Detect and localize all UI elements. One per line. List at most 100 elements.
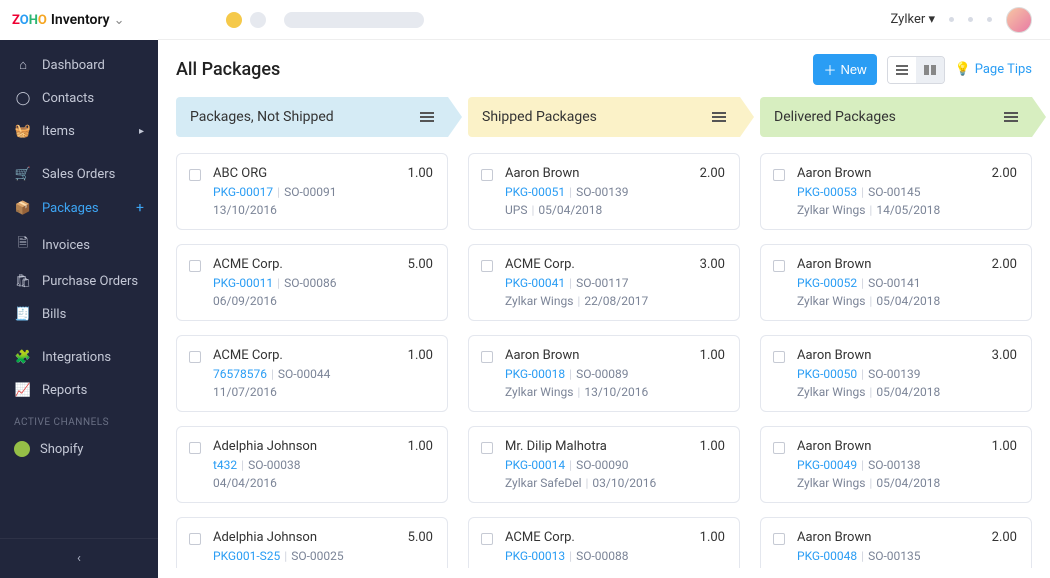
user-icon: ◯ — [14, 91, 32, 106]
checkbox[interactable] — [481, 260, 493, 272]
package-link[interactable]: PKG-00053 — [797, 185, 857, 199]
card-meta: 06/09/2016 — [213, 294, 400, 308]
checkbox[interactable] — [189, 260, 201, 272]
checkbox[interactable] — [189, 533, 201, 545]
customer-name: ACME Corp. — [213, 348, 400, 363]
checkbox[interactable] — [189, 442, 201, 454]
quantity: 1.00 — [408, 439, 433, 454]
sidebar-item-integrations[interactable]: 🧩 Integrations — [0, 341, 158, 374]
package-card[interactable]: Aaron Brown PKG-00052|SO-00141 Zylkar Wi… — [760, 244, 1032, 321]
quantity: 5.00 — [408, 530, 433, 545]
package-card[interactable]: Mr. Dilip Malhotra PKG-00014|SO-00090 Zy… — [468, 426, 740, 503]
package-card[interactable]: Aaron Brown PKG-00049|SO-00138 Zylkar Wi… — [760, 426, 1032, 503]
card-meta: Zylkar Wings|05/04/2018 — [797, 385, 984, 399]
package-link[interactable]: PKG-00052 — [797, 276, 857, 290]
package-card[interactable]: ACME Corp. PKG-00011|SO-00086 06/09/2016… — [176, 244, 448, 321]
box-icon: 📦 — [14, 201, 32, 216]
package-link[interactable]: PKG-00017 — [213, 185, 273, 199]
sidebar-item-label: Shopify — [40, 442, 83, 457]
package-link[interactable]: 76578576 — [213, 367, 267, 381]
checkbox[interactable] — [773, 442, 785, 454]
column-menu-button[interactable] — [420, 112, 434, 122]
package-card[interactable]: Adelphia Johnson PKG001-S25|SO-00025 5.0… — [176, 517, 448, 568]
sales-order-number: SO-00038 — [248, 458, 300, 472]
sidebar-item-contacts[interactable]: ◯ Contacts — [0, 82, 158, 115]
quantity: 3.00 — [992, 348, 1017, 363]
column-menu-button[interactable] — [712, 112, 726, 122]
collapse-sidebar-button[interactable]: ‹ — [0, 538, 158, 578]
new-button[interactable]: ＋ New — [813, 54, 876, 85]
package-card[interactable]: Aaron Brown PKG-00048|SO-00135 2.00 — [760, 517, 1032, 568]
page-title: All Packages — [176, 59, 280, 80]
package-link[interactable]: t432 — [213, 458, 237, 472]
package-link[interactable]: PKG001-S25 — [213, 549, 280, 563]
sidebar-item-shopify[interactable]: Shopify — [0, 432, 158, 466]
sales-order-number: SO-00089 — [576, 367, 628, 381]
package-card[interactable]: ACME Corp. PKG-00041|SO-00117 Zylkar Win… — [468, 244, 740, 321]
checkbox[interactable] — [481, 533, 493, 545]
board-icon — [924, 65, 936, 75]
chevron-down-icon[interactable]: ⌄ — [114, 13, 125, 28]
view-toggle — [887, 56, 945, 84]
sidebar-item-items[interactable]: 🧺 Items ▸ — [0, 115, 158, 148]
package-link[interactable]: PKG-00048 — [797, 549, 857, 563]
customer-name: Aaron Brown — [797, 439, 984, 454]
list-view-button[interactable] — [888, 57, 916, 83]
package-card[interactable]: ACME Corp. 76578576|SO-00044 11/07/2016 … — [176, 335, 448, 412]
sales-order-number: SO-00091 — [284, 185, 336, 199]
sidebar-item-purchase-orders[interactable]: 🛍 Purchase Orders — [0, 265, 158, 298]
column-menu-button[interactable] — [1004, 112, 1018, 122]
checkbox[interactable] — [773, 351, 785, 363]
package-link[interactable]: PKG-00051 — [505, 185, 565, 199]
list-icon — [896, 65, 908, 75]
package-card[interactable]: Adelphia Johnson t432|SO-00038 04/04/201… — [176, 426, 448, 503]
board-view-button[interactable] — [916, 57, 944, 83]
kanban-column: Delivered Packages Aaron Brown PKG-00053… — [760, 97, 1032, 568]
card-meta: 04/04/2016 — [213, 476, 400, 490]
sidebar-item-sales-orders[interactable]: 🛒 Sales Orders — [0, 158, 158, 191]
checkbox[interactable] — [773, 533, 785, 545]
checkbox[interactable] — [773, 260, 785, 272]
checkbox[interactable] — [189, 351, 201, 363]
avatar[interactable] — [1006, 7, 1032, 33]
package-card[interactable]: Aaron Brown PKG-00050|SO-00139 Zylkar Wi… — [760, 335, 1032, 412]
sidebar-item-packages[interactable]: 📦 Packages + — [0, 191, 158, 225]
package-card[interactable]: Aaron Brown PKG-00051|SO-00139 UPS|05/04… — [468, 153, 740, 230]
package-link[interactable]: PKG-00049 — [797, 458, 857, 472]
package-card[interactable]: ABC ORG PKG-00017|SO-00091 13/10/2016 1.… — [176, 153, 448, 230]
sidebar-item-reports[interactable]: 📈 Reports — [0, 374, 158, 407]
sidebar-item-bills[interactable]: 🧾 Bills — [0, 298, 158, 331]
checkbox[interactable] — [189, 169, 201, 181]
quantity: 1.00 — [700, 530, 725, 545]
sidebar-item-dashboard[interactable]: ⌂ Dashboard — [0, 48, 158, 82]
column-title: Packages, Not Shipped — [190, 109, 334, 125]
package-link[interactable]: PKG-00018 — [505, 367, 565, 381]
card-meta: Zylkar SafeDel|03/10/2016 — [505, 476, 692, 490]
sidebar-item-invoices[interactable]: 🗎 Invoices — [0, 225, 158, 265]
package-link[interactable]: PKG-00013 — [505, 549, 565, 563]
checkbox[interactable] — [773, 169, 785, 181]
nav: ⌂ Dashboard ◯ Contacts 🧺 Items ▸ 🛒 Sales… — [0, 40, 158, 538]
checkbox[interactable] — [481, 351, 493, 363]
checkbox[interactable] — [481, 442, 493, 454]
card-list: ABC ORG PKG-00017|SO-00091 13/10/2016 1.… — [176, 153, 448, 568]
logo[interactable]: ZOHO Inventory ⌄ — [0, 0, 158, 40]
package-card[interactable]: Aaron Brown PKG-00018|SO-00089 Zylkar Wi… — [468, 335, 740, 412]
topbar-dot — [949, 17, 954, 22]
sales-order-number: SO-00141 — [868, 276, 920, 290]
package-link[interactable]: PKG-00014 — [505, 458, 565, 472]
package-link[interactable]: PKG-00011 — [213, 276, 273, 290]
browser-tabs-placeholder — [226, 12, 424, 28]
checkbox[interactable] — [481, 169, 493, 181]
sidebar-item-label: Packages — [42, 201, 99, 216]
package-link[interactable]: PKG-00050 — [797, 367, 857, 381]
sidebar-item-label: Invoices — [42, 238, 90, 253]
package-link[interactable]: PKG-00041 — [505, 276, 565, 290]
package-card[interactable]: ACME Corp. PKG-00013|SO-00088 1.00 — [468, 517, 740, 568]
package-card[interactable]: Aaron Brown PKG-00053|SO-00145 Zylkar Wi… — [760, 153, 1032, 230]
page-tips-link[interactable]: 💡 Page Tips — [955, 62, 1032, 77]
customer-name: Adelphia Johnson — [213, 439, 400, 454]
plus-icon[interactable]: + — [136, 200, 144, 216]
org-switcher[interactable]: Zylker ▾ — [891, 12, 935, 27]
sales-order-number: SO-00088 — [576, 549, 628, 563]
